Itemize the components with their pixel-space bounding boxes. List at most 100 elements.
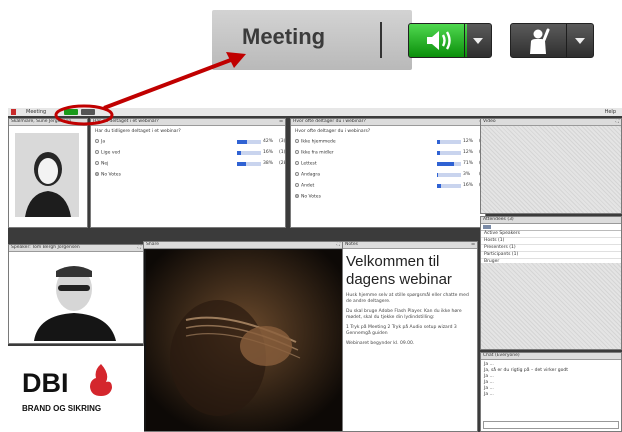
audio-button-main[interactable] xyxy=(409,24,467,57)
guitar-photo-icon xyxy=(146,250,342,431)
poll2-option[interactable]: No Votes xyxy=(295,194,483,200)
result-bar-fill xyxy=(437,173,438,177)
attendees-empty-area xyxy=(481,263,621,349)
poll2-option[interactable]: Ikke fra midler12%(3) xyxy=(295,150,485,156)
poll1-option[interactable]: Nej 38% (28) xyxy=(95,161,285,167)
raise-hand-button[interactable] xyxy=(510,23,594,58)
result-bar-fill xyxy=(437,140,440,144)
radio-button[interactable] xyxy=(95,161,99,165)
poll2-option-label: Lettest xyxy=(301,161,317,167)
speaker-video xyxy=(12,253,140,341)
result-percent: 71% xyxy=(463,161,474,166)
pod-menu-icon[interactable]: ☰ xyxy=(279,119,283,125)
speaker-icon xyxy=(427,31,451,50)
audio-options-dropdown[interactable] xyxy=(464,24,491,57)
attendee-list-item[interactable]: Presenters (1) xyxy=(481,245,621,252)
radio-button[interactable] xyxy=(95,139,99,143)
raise-hand-dropdown[interactable] xyxy=(566,24,593,57)
result-percent: 38% xyxy=(263,161,274,166)
poll1-option[interactable]: Lige ved 16% (1) xyxy=(95,150,286,156)
chat-message: Ja ... xyxy=(484,392,494,397)
video-pod-title: Video xyxy=(483,119,496,124)
result-bar-fill xyxy=(237,162,247,166)
dbi-logo-area: DBI BRAND OG SIKRING xyxy=(8,346,144,432)
poll-2-title: Hvor ofte deltager du i webinar? xyxy=(293,119,366,124)
attendee-list-item[interactable]: Hosts (1) xyxy=(481,238,621,245)
fullscreen-icon[interactable]: ⛶ xyxy=(138,245,141,251)
notes-paragraph: Webinaret begynder kl. 09.00. xyxy=(346,341,415,346)
attendees-pod: Attendees (3) Active Speakers Hosts (1) Pr… xyxy=(480,216,622,350)
poll-1-title: Har du deltaget i et webinar? xyxy=(93,119,159,124)
poll2-option-label: Andet xyxy=(301,183,315,189)
poll2-option[interactable]: Lettest71%(18) xyxy=(295,161,485,167)
app-logo-icon xyxy=(11,109,16,115)
help-menu[interactable]: Help xyxy=(605,109,616,115)
host-portrait-icon xyxy=(15,133,79,217)
radio-button[interactable] xyxy=(295,161,299,165)
dbi-tagline: BRAND OG SIKRING xyxy=(22,404,102,413)
video-pod: Video ⛶ xyxy=(480,118,622,214)
result-count: (3) xyxy=(279,139,286,144)
share-pod: Share ⛶ xyxy=(143,241,343,432)
result-percent: 12% xyxy=(463,139,474,144)
radio-button[interactable] xyxy=(95,172,99,176)
result-bar-fill xyxy=(237,140,248,144)
radio-button[interactable] xyxy=(295,172,299,176)
result-bar xyxy=(237,140,261,144)
poll1-option-label: Ja xyxy=(101,139,106,145)
poll1-option-label: Lige ved xyxy=(101,150,121,156)
radio-button[interactable] xyxy=(295,139,299,143)
chat-input[interactable] xyxy=(483,421,619,429)
result-bar xyxy=(437,140,461,144)
notes-paragraph: Husk hjemme selv at stille spørgsmål ell… xyxy=(346,293,469,304)
chat-pod-title: Chat (Everyone) xyxy=(481,353,621,360)
notes-paragraph: Du skal bruge Adobe Flash Player. Kan du… xyxy=(346,309,462,320)
share-pod-title: Share xyxy=(146,242,159,247)
meeting-menu-label[interactable]: Meeting xyxy=(242,24,325,50)
poll2-option-label: Ikke hjemmede xyxy=(301,139,336,145)
attendee-list-item[interactable]: Active Speakers xyxy=(481,231,621,238)
poll2-option-label: Ikke fra midler xyxy=(301,150,334,156)
attendee-list-item[interactable]: Participants (1) xyxy=(481,252,621,259)
pod-menu-icon[interactable]: ☰ xyxy=(471,242,475,248)
radio-button[interactable] xyxy=(295,150,299,154)
result-bar xyxy=(437,151,461,155)
poll2-option[interactable]: Andagra3%(1) xyxy=(295,172,485,178)
meeting-app-window: Meeting Help Skalmiare, Sune Jergensen H… xyxy=(8,108,622,432)
result-bar-fill xyxy=(437,151,440,155)
result-percent: 12% xyxy=(463,150,474,155)
toolbar-separator xyxy=(380,22,382,58)
poll-pod-2: Hvor ofte deltager du i webinar?☰ Hvor o… xyxy=(290,118,486,228)
menu-bar: Meeting Help xyxy=(8,108,622,116)
mini-audio-button[interactable] xyxy=(64,109,78,115)
poll1-option-label: No Votes xyxy=(101,172,121,178)
result-bar xyxy=(437,162,461,166)
poll1-option[interactable]: Ja 42% (3) xyxy=(95,139,286,145)
speaker-pod-title: Speaker: Tom Bergh Jorgensen xyxy=(11,245,80,250)
result-bar-fill xyxy=(437,184,441,188)
radio-button[interactable] xyxy=(295,194,299,198)
result-bar-fill xyxy=(437,162,455,166)
result-percent: 42% xyxy=(263,139,274,144)
flame-icon xyxy=(90,364,112,396)
raise-hand-button-main[interactable] xyxy=(511,24,569,57)
result-count: (28) xyxy=(279,161,285,166)
attendees-toolbar xyxy=(481,224,621,231)
attendee-view-icon[interactable] xyxy=(483,225,491,229)
host-video xyxy=(15,133,79,217)
poll1-option[interactable]: No Votes xyxy=(95,172,283,178)
result-count: (1) xyxy=(279,150,286,155)
chat-pod: Chat (Everyone) Ja ... Ja, så er du rigti… xyxy=(480,352,622,432)
dbi-brand: DBI xyxy=(22,368,69,398)
radio-button[interactable] xyxy=(95,150,99,154)
fullscreen-icon[interactable]: ⛶ xyxy=(337,242,340,248)
result-percent: 3% xyxy=(463,172,471,177)
poll2-option-label: Andagra xyxy=(301,172,321,178)
meeting-menu[interactable]: Meeting xyxy=(26,109,46,115)
fullscreen-icon[interactable]: ⛶ xyxy=(616,119,619,125)
poll2-option[interactable]: Andet16%(5) xyxy=(295,183,485,189)
radio-button[interactable] xyxy=(295,183,299,187)
mini-raise-hand-button[interactable] xyxy=(81,109,95,115)
audio-button[interactable] xyxy=(408,23,492,58)
poll2-option[interactable]: Ikke hjemmede12%(3) xyxy=(295,139,485,145)
